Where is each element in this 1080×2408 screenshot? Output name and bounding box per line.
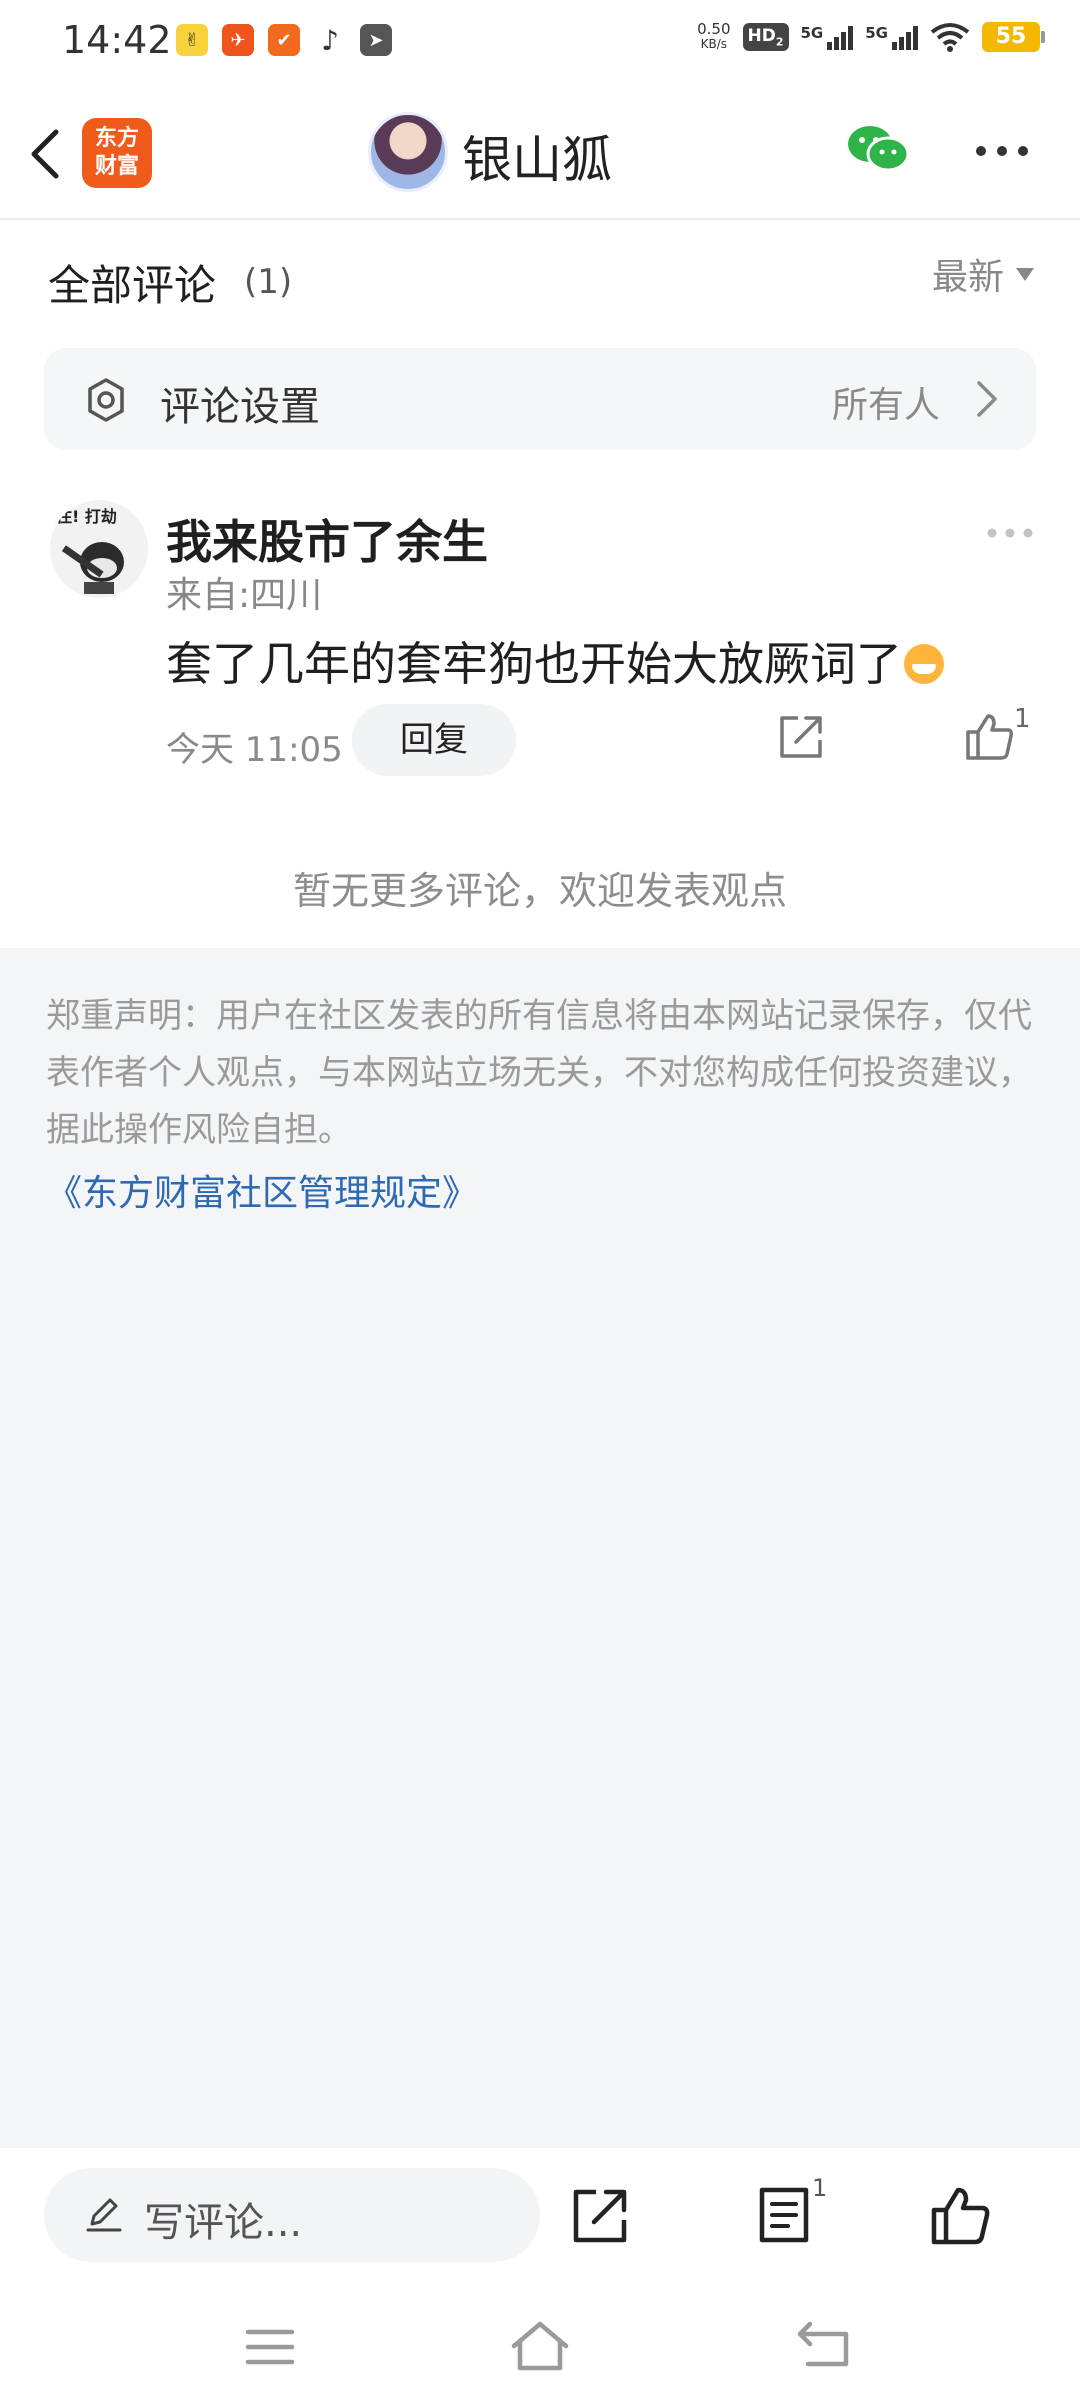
- signal-2-label: 5G: [865, 24, 888, 42]
- status-app-icons: ✌ ✈ ✔ ♪ ➤: [176, 23, 392, 57]
- back-arrow-icon[interactable]: [22, 124, 70, 184]
- net-speed-unit: KB/s: [700, 37, 727, 51]
- share-icon[interactable]: [776, 712, 826, 762]
- comment-like-count: 1: [1014, 704, 1031, 734]
- wifi-icon: [930, 23, 970, 52]
- commenter-location: 来自:四川: [166, 575, 323, 616]
- net-speed: 0.50 KB/s: [697, 22, 730, 52]
- comment-time: 今天 11:05: [166, 730, 343, 770]
- bunny-app-icon: ✌: [176, 24, 208, 56]
- bottom-comment-count: 1: [812, 2174, 828, 2202]
- logo-line-1: 东方: [94, 126, 139, 151]
- all-comments-title: 全部评论: [48, 261, 217, 310]
- home-icon[interactable]: [508, 2318, 572, 2374]
- hd-voice-icon: HD2: [742, 22, 789, 52]
- write-comment-input[interactable]: 写评论...: [44, 2168, 540, 2262]
- chevron-right-icon: [977, 381, 997, 417]
- community-rules-link[interactable]: 《东方财富社区管理规定》: [46, 1164, 478, 1216]
- author-name[interactable]: 银山狐: [462, 120, 612, 192]
- sort-label: 最新: [931, 257, 1004, 298]
- comment-settings-row[interactable]: 评论设置 所有人: [44, 348, 1036, 450]
- thumbs-up-icon[interactable]: [930, 2184, 992, 2246]
- wechat-icon[interactable]: [846, 122, 910, 176]
- more-options-icon[interactable]: [974, 144, 1030, 158]
- back-icon[interactable]: [796, 2318, 852, 2370]
- no-more-comments-text: 暂无更多评论，欢迎发表观点: [292, 869, 787, 913]
- disclaimer-text: 郑重声明：用户在社区发表的所有信息将由本网站记录保存，仅代表作者个人观点，与本网…: [46, 996, 1032, 1150]
- write-comment-placeholder: 写评论...: [144, 2200, 303, 2246]
- menu-icon[interactable]: [244, 2326, 296, 2368]
- taobao-app-icon: ✈: [222, 24, 254, 56]
- status-bar: 14:42 ✌ ✈ ✔ ♪ ➤ 0.50 KB/s HD2 5G 5G 55: [0, 0, 1080, 84]
- comment-list-icon[interactable]: [756, 2184, 812, 2246]
- telegram-icon: ➤: [360, 24, 392, 56]
- comment-text: 套了几年的套牢狗也开始大放厥词了: [166, 628, 944, 694]
- sort-dropdown[interactable]: 最新: [932, 248, 1034, 300]
- eastmoney-app-icon: ✔: [268, 24, 300, 56]
- comment-more-icon[interactable]: [986, 526, 1034, 540]
- share-icon[interactable]: [570, 2186, 630, 2246]
- comment-settings-value: 所有人: [831, 385, 940, 426]
- eastmoney-logo[interactable]: 东方 财富: [82, 118, 152, 188]
- signal-2-icon: 5G: [865, 24, 918, 50]
- hd-label: HD: [747, 25, 776, 46]
- comment-count: (1): [244, 262, 293, 302]
- tiktok-icon: ♪: [321, 23, 339, 57]
- status-indicators: 0.50 KB/s HD2 5G 5G 55: [697, 22, 1045, 52]
- author-avatar[interactable]: [368, 112, 448, 192]
- reply-button[interactable]: 回复: [352, 704, 516, 776]
- grinning-emoji-icon: [904, 644, 944, 684]
- battery-icon: 55: [982, 22, 1045, 52]
- comment-body: 套了几年的套牢狗也开始大放厥词了: [166, 637, 902, 691]
- thumbs-up-icon[interactable]: [964, 710, 1016, 762]
- comment-settings-label: 评论设置: [160, 384, 320, 430]
- caret-down-icon: [1016, 267, 1034, 281]
- signal-1-icon: 5G: [801, 24, 854, 50]
- top-nav-bar: 东方 财富 银山狐: [0, 84, 1080, 220]
- logo-line-2: 财富: [94, 154, 139, 179]
- gear-icon: [88, 378, 124, 422]
- commenter-avatar[interactable]: 住! 打劫: [50, 500, 148, 598]
- signal-1-label: 5G: [800, 24, 824, 42]
- hd-sub: 2: [775, 35, 784, 49]
- commenter-name[interactable]: 我来股市了余生: [166, 506, 488, 572]
- net-speed-value: 0.50: [697, 20, 731, 38]
- pen-icon: [86, 2198, 122, 2232]
- status-time: 14:42: [62, 18, 172, 62]
